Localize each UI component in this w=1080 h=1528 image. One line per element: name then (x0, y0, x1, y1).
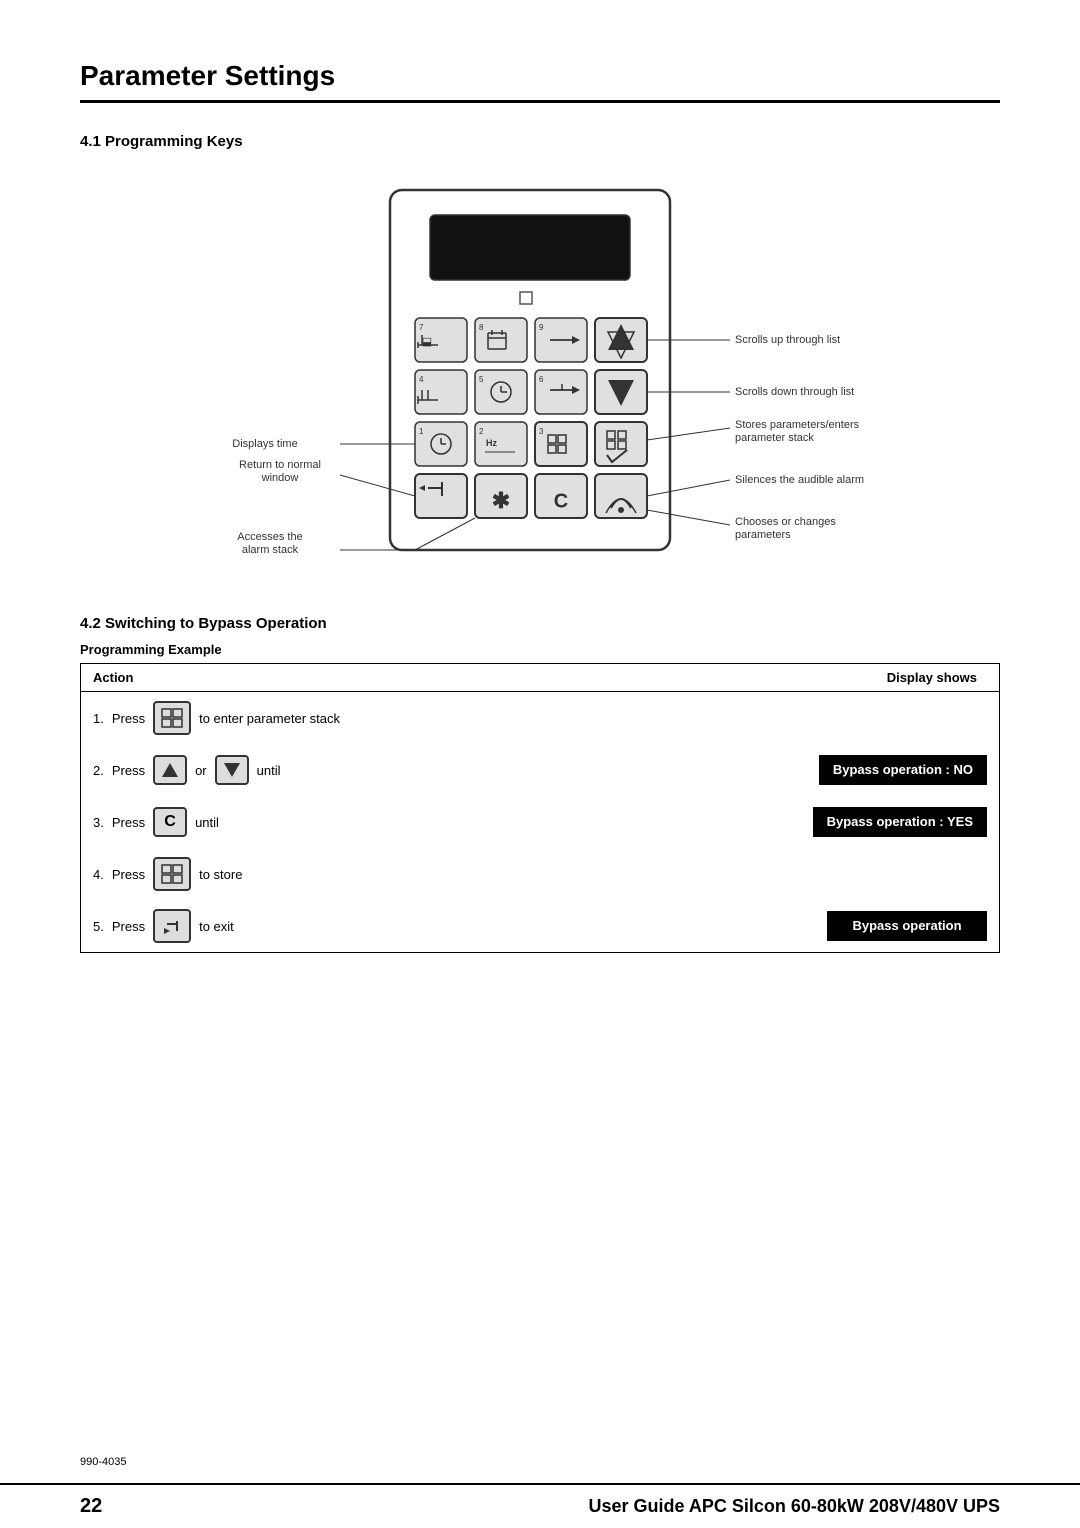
programming-example-heading: Programming Example (80, 642, 1000, 657)
svg-text:window: window (261, 472, 299, 484)
svg-text:Chooses or changes: Chooses or changes (735, 516, 836, 528)
svg-text:6: 6 (539, 375, 544, 384)
doc-number: 990-4035 (80, 1456, 127, 1468)
row3-action: 3. Press C until (93, 807, 767, 837)
svg-text:8: 8 (479, 323, 484, 332)
svg-text:parameters: parameters (735, 529, 791, 541)
row1-action: 1. Press to enter parameter stack (93, 701, 767, 735)
header-display: Display shows (767, 670, 987, 685)
svg-text:Return to normal: Return to normal (239, 459, 321, 471)
c-key[interactable]: C (153, 807, 187, 837)
svg-text:7: 7 (419, 323, 424, 332)
svg-text:⬓: ⬓ (422, 336, 432, 348)
row5-number: 5. (93, 919, 104, 934)
svg-text:Stores parameters/enters: Stores parameters/enters (735, 419, 860, 431)
row1-text: to enter parameter stack (199, 711, 340, 726)
svg-text:C: C (554, 490, 568, 512)
up-arrow-key[interactable] (153, 755, 187, 785)
bypass-no-badge: Bypass operation : NO (819, 755, 987, 785)
bypass-operation-badge: Bypass operation (827, 911, 987, 941)
svg-text:✱: ✱ (492, 488, 510, 513)
title-divider (80, 100, 1000, 103)
svg-text:5: 5 (479, 375, 484, 384)
svg-text:Scrolls up through list: Scrolls up through list (735, 334, 840, 346)
row1-number: 1. (93, 711, 104, 726)
section-42-heading: 4.2 Switching to Bypass Operation (80, 615, 1000, 632)
table-row: 5. Press to exit Bypass operation (81, 900, 999, 952)
svg-text:9: 9 (539, 323, 544, 332)
table-row: 4. Press to store (81, 848, 999, 900)
footer-title: User Guide APC Silcon 60-80kW 208V/480V … (140, 1496, 1000, 1517)
svg-text:parameter stack: parameter stack (735, 432, 814, 444)
grid-key[interactable] (153, 701, 191, 735)
row4-text: to store (199, 867, 242, 882)
programming-table: Action Display shows 1. Press to enter p… (80, 663, 1000, 953)
row2-action: 2. Press or until (93, 755, 767, 785)
row5-text: to exit (199, 919, 234, 934)
section-41-heading: 4.1 Programming Keys (80, 133, 1000, 150)
svg-text:Scrolls down through list: Scrolls down through list (735, 386, 854, 398)
row4-press: Press (112, 867, 145, 882)
header-action: Action (93, 670, 767, 685)
row3-text: until (195, 815, 219, 830)
row4-action: 4. Press to store (93, 857, 767, 891)
row4-number: 4. (93, 867, 104, 882)
svg-text:Accesses the: Accesses the (237, 531, 302, 543)
svg-text:1: 1 (419, 427, 424, 436)
row3-display: Bypass operation : YES (767, 807, 987, 837)
table-header: Action Display shows (81, 664, 999, 692)
page-title: Parameter Settings (80, 60, 1000, 92)
svg-text:alarm stack: alarm stack (242, 544, 299, 556)
row1-press: Press (112, 711, 145, 726)
row2-display: Bypass operation : NO (767, 755, 987, 785)
device-diagram: 7 ⬓ 8 9 (80, 170, 1000, 590)
row2-press: Press (112, 763, 145, 778)
svg-text:3: 3 (539, 427, 544, 436)
row5-press: Press (112, 919, 145, 934)
svg-text:Silences the audible alarm: Silences the audible alarm (735, 474, 864, 486)
row5-action: 5. Press to exit (93, 909, 767, 943)
page-footer: 22 User Guide APC Silcon 60-80kW 208V/48… (0, 1483, 1080, 1528)
table-row: 3. Press C until Bypass operation : YES (81, 796, 999, 848)
table-row: 1. Press to enter parameter stack (81, 692, 999, 744)
footer-page-number: 22 (80, 1495, 140, 1518)
table-row: 2. Press or until Bypass operation : NO (81, 744, 999, 796)
row2-text: until (257, 763, 281, 778)
row2-number: 2. (93, 763, 104, 778)
svg-text:2: 2 (479, 427, 484, 436)
row3-number: 3. (93, 815, 104, 830)
row3-press: Press (112, 815, 145, 830)
row5-display: Bypass operation (767, 911, 987, 941)
svg-text:Displays time: Displays time (232, 438, 297, 450)
bypass-yes-badge: Bypass operation : YES (813, 807, 987, 837)
row2-or: or (195, 763, 207, 778)
down-arrow-key[interactable] (215, 755, 249, 785)
svg-text:4: 4 (419, 375, 424, 384)
grid-key-2[interactable] (153, 857, 191, 891)
svg-text:Hz: Hz (486, 438, 497, 448)
enter-key[interactable] (153, 909, 191, 943)
